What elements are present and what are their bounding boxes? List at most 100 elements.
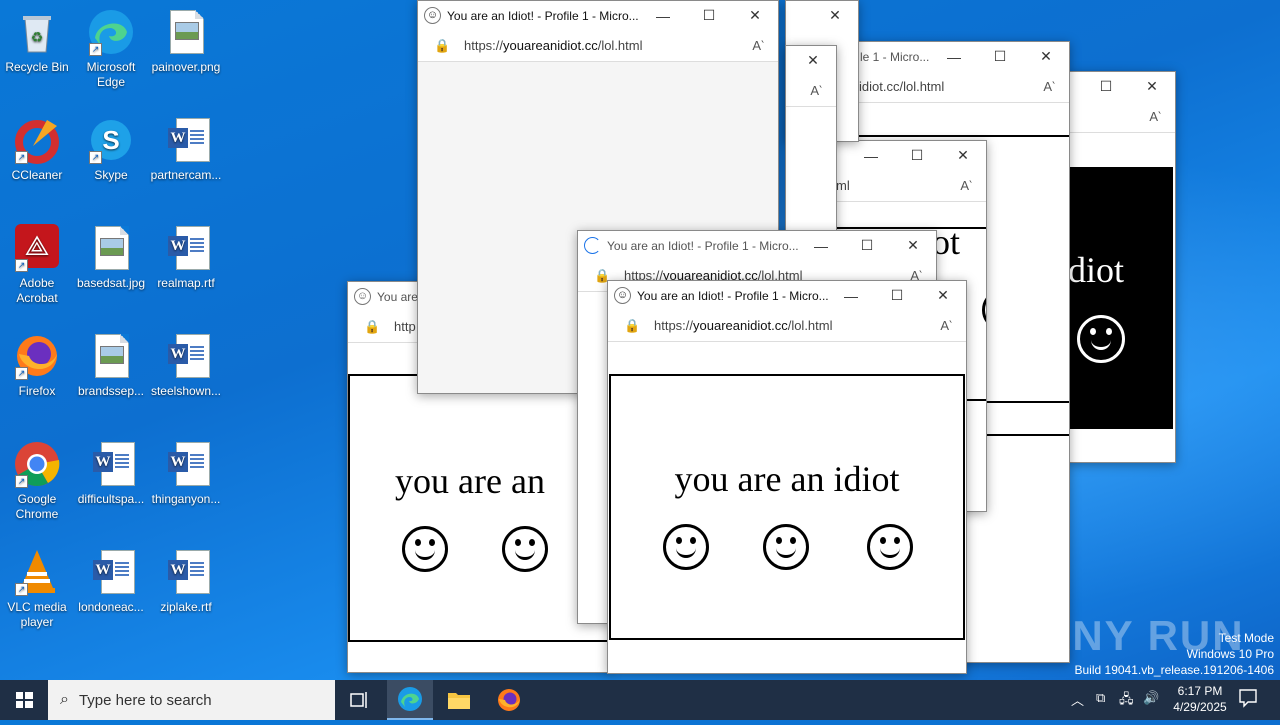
shortcut-arrow-icon: ↗ — [15, 259, 28, 272]
desktop-icon-chrome[interactable]: ↗ Google Chrome — [1, 440, 73, 522]
read-aloud-icon[interactable]: A‵ — [1149, 109, 1161, 125]
taskbar-file-explorer-button[interactable] — [436, 680, 482, 720]
smiley-favicon-icon: ☺ — [424, 7, 441, 24]
desktop-icon-thinganyon[interactable]: W thinganyon... — [150, 440, 222, 507]
desktop-icon-vlc[interactable]: ↗ VLC media player — [1, 548, 73, 630]
search-icon: ⌕ — [60, 691, 69, 708]
read-aloud-icon[interactable]: A‵ — [940, 318, 952, 334]
smiley-favicon-icon: ☺ — [614, 287, 631, 304]
close-button[interactable]: ✕ — [790, 52, 836, 69]
page-content: you are an — [348, 374, 610, 642]
read-aloud-icon[interactable]: A‵ — [752, 38, 764, 54]
desktop-icon-label: partnercam... — [150, 168, 222, 182]
desktop-icon-painover[interactable]: painover.png — [150, 8, 222, 75]
volume-icon[interactable]: 🔊 — [1143, 690, 1159, 706]
desktop-icon-recycle-bin[interactable]: ♻ Recycle Bin — [1, 8, 73, 75]
minimize-button[interactable]: — — [798, 238, 844, 254]
maximize-button[interactable]: ☐ — [977, 48, 1023, 65]
word-document-icon: W — [162, 332, 210, 380]
browser-window-front[interactable]: ☺ You are an Idiot! - Profile 1 - Micro.… — [607, 280, 967, 674]
shortcut-arrow-icon: ↗ — [89, 151, 102, 164]
address-url[interactable]: https://youareanidiot.cc/lol.html — [464, 38, 643, 53]
browser-window[interactable]: ☐ ✕ A‵ idiot — [1068, 71, 1176, 463]
word-document-icon: W — [162, 548, 210, 596]
desktop-icon-acrobat[interactable]: ⟁ ↗ Adobe Acrobat — [1, 224, 73, 306]
close-button[interactable]: ✕ — [920, 287, 966, 304]
address-url[interactable]: http — [394, 319, 416, 334]
maximize-button[interactable]: ☐ — [1083, 78, 1129, 95]
desktop-icon-basedsat[interactable]: basedsat.jpg — [75, 224, 147, 291]
smiley-icon — [763, 524, 809, 570]
show-hidden-icons-chevron-icon[interactable]: ︿ — [1071, 690, 1084, 709]
smiley-icon — [867, 524, 913, 570]
close-button[interactable]: ✕ — [1129, 78, 1175, 95]
close-button[interactable]: ✕ — [732, 7, 778, 24]
vlc-icon: ↗ — [13, 548, 61, 596]
windows-logo-icon — [16, 692, 33, 708]
maximize-button[interactable]: ☐ — [686, 7, 732, 24]
desktop-icon-ziplake[interactable]: W ziplake.rtf — [150, 548, 222, 615]
smiley-icon — [502, 526, 548, 572]
close-button[interactable]: ✕ — [1023, 48, 1069, 65]
shortcut-arrow-icon: ↗ — [15, 475, 28, 488]
task-view-button[interactable] — [337, 680, 383, 720]
folder-icon — [448, 693, 470, 709]
desktop-icon-londoneac[interactable]: W londoneac... — [75, 548, 147, 615]
desktop-icon-difficultspa[interactable]: W difficultspa... — [75, 440, 147, 507]
image-file-icon — [162, 8, 210, 56]
device-icon[interactable]: ⧉ — [1096, 690, 1105, 706]
address-url[interactable]: https://youareanidiot.cc/lol.html — [654, 318, 833, 333]
taskbar-edge-button[interactable] — [387, 680, 433, 720]
address-url[interactable]: idiot.cc/lol.html — [857, 79, 944, 94]
notifications-button[interactable] — [1238, 688, 1258, 711]
minimize-button[interactable]: — — [848, 148, 894, 164]
desktop-icon-ccleaner[interactable]: ↗ CCleaner — [1, 116, 73, 183]
window-title: You are an Idiot! - Profile 1 - Micro... — [607, 238, 798, 253]
desktop-icon-label: painover.png — [151, 60, 221, 74]
word-document-icon: W — [87, 548, 135, 596]
taskbar-clock[interactable]: 6:17 PM 4/29/2025 — [1164, 683, 1236, 715]
word-document-icon: W — [162, 224, 210, 272]
notification-icon — [1239, 689, 1257, 708]
desktop-icon-steelshown[interactable]: W steelshown... — [150, 332, 222, 399]
maximize-button[interactable]: ☐ — [894, 147, 940, 164]
recycle-bin-icon: ♻ — [13, 8, 61, 56]
close-button[interactable]: ✕ — [812, 7, 858, 24]
maximize-button[interactable]: ☐ — [874, 287, 920, 304]
minimize-button[interactable]: — — [640, 8, 686, 24]
desktop-icon-label: basedsat.jpg — [76, 276, 146, 290]
address-url[interactable]: ml — [836, 178, 850, 193]
clock-time: 6:17 PM — [1177, 684, 1223, 698]
desktop-icon-label: brandssep... — [77, 384, 145, 398]
desktop-icon-firefox[interactable]: ↗ Firefox — [1, 332, 73, 399]
desktop-icon-partnercam[interactable]: W partnercam... — [150, 116, 222, 183]
desktop-icon-label: CCleaner — [11, 168, 63, 182]
minimize-button[interactable]: — — [828, 288, 874, 304]
search-placeholder: Type here to search — [78, 691, 212, 709]
test-mode-watermark: Test Mode Windows 10 Pro Build 19041.vb_… — [1074, 631, 1275, 677]
taskbar-firefox-button[interactable] — [486, 680, 532, 720]
read-aloud-icon[interactable]: A‵ — [810, 83, 822, 99]
close-button[interactable]: ✕ — [940, 147, 986, 164]
network-icon[interactable]: 🖧 — [1119, 690, 1134, 712]
close-button[interactable]: ✕ — [890, 237, 936, 254]
minimize-button[interactable]: — — [931, 49, 977, 65]
smiley-icon — [402, 526, 448, 572]
desktop-icon-skype[interactable]: S ↗ Skype — [75, 116, 147, 183]
shortcut-arrow-icon: ↗ — [89, 43, 102, 56]
svg-text:S: S — [102, 125, 119, 155]
desktop-icon-brandssep[interactable]: brandssep... — [75, 332, 147, 399]
maximize-button[interactable]: ☐ — [844, 237, 890, 254]
desktop-icon-label: Microsoft Edge — [86, 60, 136, 89]
desktop-icon-edge[interactable]: ↗ Microsoft Edge — [75, 8, 147, 90]
window-title: You are an Idiot! - Profile 1 - Micro... — [447, 8, 639, 23]
firefox-icon — [498, 689, 520, 711]
lock-icon: 🔒 — [624, 317, 641, 333]
desktop-icon-label: VLC media player — [7, 600, 67, 629]
task-view-icon — [350, 692, 367, 708]
read-aloud-icon[interactable]: A‵ — [1043, 79, 1055, 95]
taskbar-search-box[interactable]: ⌕ Type here to search — [48, 680, 335, 720]
start-button[interactable] — [0, 680, 48, 720]
desktop-icon-realmap[interactable]: W realmap.rtf — [150, 224, 222, 291]
read-aloud-icon[interactable]: A‵ — [960, 178, 972, 194]
